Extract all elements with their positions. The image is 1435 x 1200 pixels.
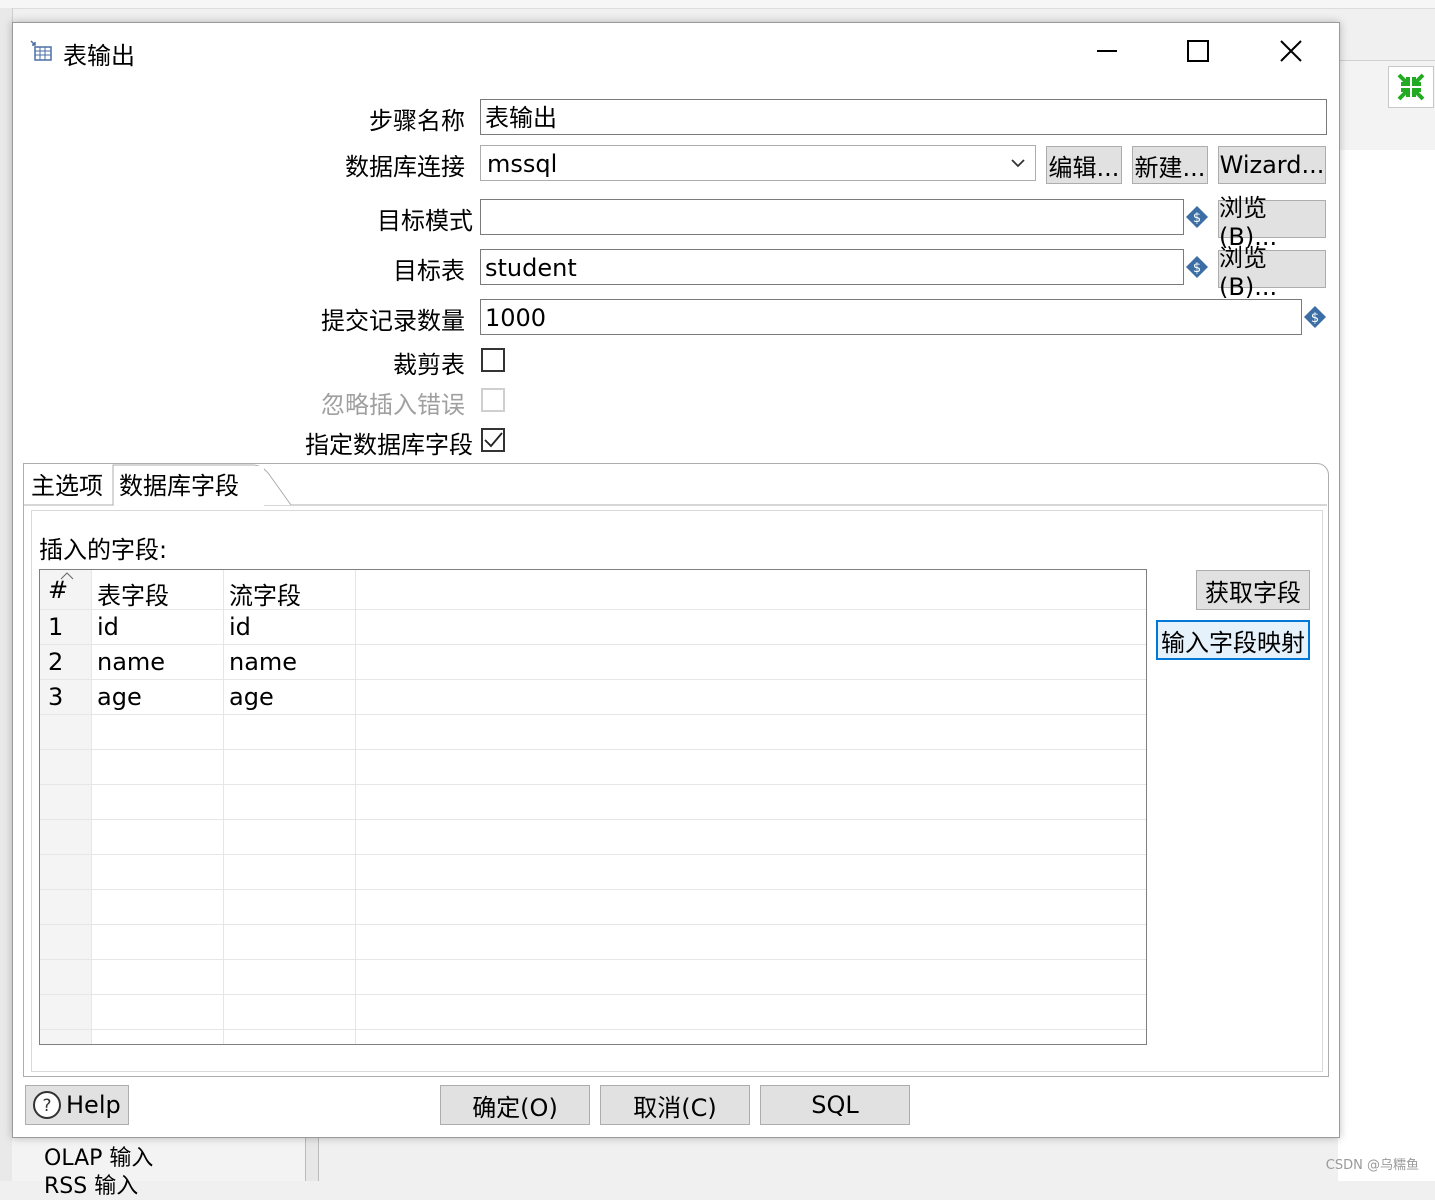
help-button[interactable]: ? Help xyxy=(25,1085,129,1125)
table-row-number: 3 xyxy=(48,683,64,711)
background-canvas xyxy=(1338,150,1435,1181)
variable-icon[interactable]: $ xyxy=(1185,255,1209,279)
table-cell-table-field[interactable]: id xyxy=(97,613,119,641)
row-number-column xyxy=(40,570,91,1044)
row-divider xyxy=(40,749,1146,750)
row-divider xyxy=(40,854,1146,855)
ok-button[interactable]: 确定(O) xyxy=(440,1085,590,1125)
row-divider xyxy=(40,784,1146,785)
table-cell-table-field[interactable]: age xyxy=(97,683,142,711)
column-header-stream-field[interactable]: 流字段 xyxy=(229,576,301,611)
table-cell-stream-field[interactable]: name xyxy=(229,648,297,676)
truncate-table-label: 裁剪表 xyxy=(393,351,465,379)
row-divider xyxy=(40,644,1146,645)
row-divider xyxy=(40,889,1146,890)
truncate-table-checkbox[interactable] xyxy=(481,348,505,372)
tab-database-fields[interactable]: 数据库字段 xyxy=(119,467,239,505)
wizard-button[interactable]: Wizard... xyxy=(1218,146,1326,184)
row-divider xyxy=(40,714,1146,715)
target-table-input[interactable]: student xyxy=(480,249,1184,285)
dialog-title: 表输出 xyxy=(63,42,135,70)
step-name-input[interactable]: 表输出 xyxy=(480,99,1327,135)
table-row-number: 1 xyxy=(48,613,64,641)
table-output-icon xyxy=(30,40,52,61)
get-fields-button[interactable]: 获取字段 xyxy=(1196,570,1310,610)
ignore-insert-errors-label: 忽略插入错误 xyxy=(321,391,465,419)
table-cell-table-field[interactable]: name xyxy=(97,648,165,676)
row-divider xyxy=(40,819,1146,820)
background-step-item: RSS 输入 xyxy=(44,1174,139,1199)
specify-db-fields-label: 指定数据库字段 xyxy=(305,431,473,459)
target-schema-input[interactable] xyxy=(480,199,1184,235)
svg-text:$: $ xyxy=(1193,261,1201,276)
watermark: CSDN @乌糯鱼 xyxy=(1325,1158,1419,1173)
column-header-table-field[interactable]: 表字段 xyxy=(97,576,169,611)
svg-text:$: $ xyxy=(1311,311,1319,326)
edit-connection-button[interactable]: 编辑... xyxy=(1046,146,1122,184)
row-divider xyxy=(40,679,1146,680)
row-divider xyxy=(40,609,1146,610)
minimize-button[interactable] xyxy=(1077,31,1137,71)
commit-size-input[interactable]: 1000 xyxy=(480,299,1302,335)
column-divider xyxy=(223,570,224,1044)
table-cell-stream-field[interactable]: id xyxy=(229,613,251,641)
row-divider xyxy=(40,959,1146,960)
close-icon xyxy=(1280,40,1302,62)
db-connection-label: 数据库连接 xyxy=(345,153,465,181)
db-connection-select[interactable]: mssql xyxy=(480,145,1036,181)
background-menubar xyxy=(0,0,1435,9)
cancel-button[interactable]: 取消(C) xyxy=(600,1085,750,1125)
help-button-label: Help xyxy=(66,1091,121,1119)
title-bar[interactable]: 表输出 xyxy=(13,23,1339,79)
browse-schema-button[interactable]: 浏览(B)... xyxy=(1218,194,1326,251)
table-cell-stream-field[interactable]: age xyxy=(229,683,274,711)
column-divider xyxy=(355,570,356,1044)
checkmark-icon xyxy=(484,432,503,448)
help-icon: ? xyxy=(33,1091,61,1119)
close-button[interactable] xyxy=(1261,31,1321,71)
variable-icon[interactable]: $ xyxy=(1303,305,1327,329)
new-connection-button[interactable]: 新建... xyxy=(1132,146,1208,184)
table-row-number: 2 xyxy=(48,648,64,676)
specify-db-fields-checkbox[interactable] xyxy=(481,428,505,452)
commit-size-label: 提交记录数量 xyxy=(321,307,465,335)
target-table-label: 目标表 xyxy=(393,257,465,285)
browse-table-button[interactable]: 浏览(B)... xyxy=(1218,244,1326,301)
svg-text:$: $ xyxy=(1193,211,1201,226)
variable-icon[interactable]: $ xyxy=(1185,205,1209,229)
fields-table[interactable]: # 表字段 流字段 1 id id 2 name name 3 age age xyxy=(39,569,1147,1045)
maximize-button[interactable] xyxy=(1168,31,1228,71)
row-divider xyxy=(40,1029,1146,1030)
background-splitter xyxy=(305,1136,319,1181)
collapse-icon[interactable] xyxy=(1388,66,1434,108)
ignore-insert-errors-checkbox[interactable] xyxy=(481,388,505,412)
column-divider xyxy=(91,570,92,1044)
row-divider xyxy=(40,924,1146,925)
sort-indicator-icon xyxy=(60,572,74,580)
svg-text:?: ? xyxy=(42,1096,51,1116)
inserted-fields-label: 插入的字段: xyxy=(39,536,168,564)
tab-main-options[interactable]: 主选项 xyxy=(31,467,103,505)
input-field-mapping-button[interactable]: 输入字段映射 xyxy=(1156,620,1310,660)
chevron-down-icon xyxy=(1011,159,1025,168)
column-header-number[interactable]: # xyxy=(48,576,68,604)
db-connection-value: mssql xyxy=(487,150,558,178)
row-divider xyxy=(40,994,1146,995)
step-name-label: 步骤名称 xyxy=(369,107,465,135)
target-schema-label: 目标模式 xyxy=(377,207,473,235)
maximize-icon xyxy=(1187,40,1209,62)
minimize-icon xyxy=(1097,50,1117,52)
sql-button[interactable]: SQL xyxy=(760,1085,910,1125)
table-output-dialog: 表输出 步骤名称 表输出 数据库连接 mssql 编辑... 新建... Wiz… xyxy=(12,22,1340,1138)
